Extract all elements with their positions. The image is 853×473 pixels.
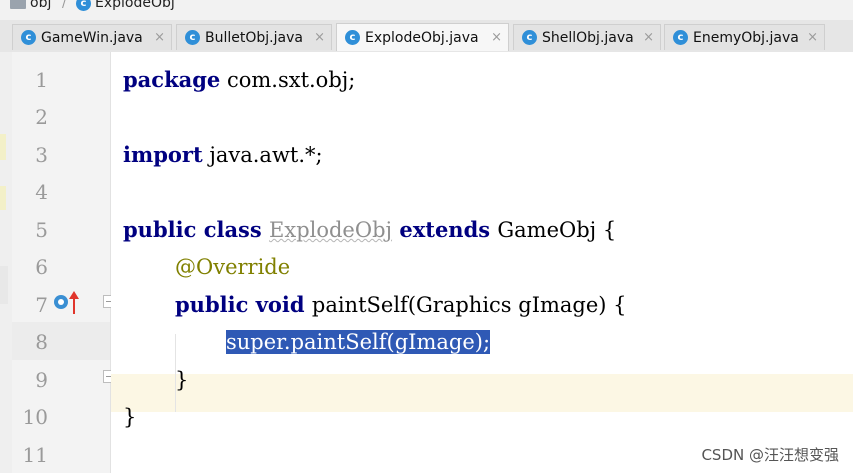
code-text: GameObj { bbox=[497, 218, 617, 242]
close-icon[interactable]: × bbox=[643, 30, 654, 45]
class-icon: c bbox=[21, 30, 36, 45]
breadcrumb: obj / c ExplodeObj bbox=[0, 0, 853, 20]
tab-label: ExplodeObj.java bbox=[365, 29, 479, 46]
line-number: 4 bbox=[35, 180, 48, 204]
line-number: 1 bbox=[35, 68, 48, 92]
keyword: extends bbox=[392, 217, 498, 242]
tab-bulletobj[interactable]: c BulletObj.java × bbox=[176, 24, 332, 50]
code-line-1[interactable]: package com.sxt.obj; bbox=[123, 67, 356, 93]
keyword: import bbox=[123, 142, 203, 167]
tab-explodeobj[interactable]: c ExplodeObj.java × bbox=[336, 23, 509, 51]
override-method-icon[interactable] bbox=[52, 290, 82, 316]
code-text: java.awt.*; bbox=[202, 143, 323, 167]
class-icon: c bbox=[522, 30, 537, 45]
breadcrumb-separator: / bbox=[62, 0, 67, 11]
breadcrumb-folder-label: obj bbox=[30, 0, 52, 11]
tab-label: BulletObj.java bbox=[205, 29, 303, 46]
change-marker bbox=[0, 266, 8, 304]
code-line-7[interactable]: public void paintSelf(Graphics gImage) { bbox=[175, 292, 627, 318]
editor-tab-bar: c GameWin.java × c BulletObj.java × c Ex… bbox=[0, 20, 853, 53]
line-number: 7 bbox=[35, 293, 48, 317]
tab-label: GameWin.java bbox=[41, 29, 143, 46]
current-line-highlight bbox=[111, 374, 853, 412]
line-number: 2 bbox=[35, 105, 48, 129]
class-icon: c bbox=[185, 30, 200, 45]
change-marker bbox=[0, 186, 6, 210]
selected-text[interactable]: super.paintSelf(gImage); bbox=[226, 330, 491, 354]
line-number: 5 bbox=[35, 218, 48, 242]
keyword: package bbox=[123, 67, 221, 92]
code-line-5[interactable]: public class ExplodeObj extends GameObj … bbox=[123, 217, 617, 243]
tab-gamewin[interactable]: c GameWin.java × bbox=[12, 24, 172, 50]
code-line-10[interactable]: } bbox=[123, 405, 136, 429]
close-icon[interactable]: × bbox=[154, 30, 165, 45]
line-number: 11 bbox=[22, 443, 48, 467]
tab-enemyobj[interactable]: c EnemyObj.java × bbox=[664, 24, 825, 50]
breadcrumb-file-label: ExplodeObj bbox=[95, 0, 175, 11]
line-number: 6 bbox=[35, 255, 48, 279]
breadcrumb-folder[interactable]: obj bbox=[10, 0, 51, 11]
tab-shellobj[interactable]: c ShellObj.java × bbox=[513, 24, 661, 50]
class-icon: c bbox=[673, 30, 688, 45]
code-text: } bbox=[123, 405, 137, 429]
close-icon[interactable]: × bbox=[314, 30, 325, 45]
code-text: .paintSelf(gImage); bbox=[283, 330, 491, 354]
code-text: com.sxt.obj; bbox=[220, 68, 356, 92]
class-icon: c bbox=[76, 0, 91, 11]
close-icon[interactable]: × bbox=[491, 30, 502, 45]
class-icon: c bbox=[345, 30, 360, 45]
breadcrumb-file[interactable]: c ExplodeObj bbox=[76, 0, 175, 11]
code-text: paintSelf(Graphics gImage) { bbox=[311, 293, 627, 317]
class-name: ExplodeObj bbox=[269, 218, 393, 242]
code-line-8[interactable]: super.paintSelf(gImage); bbox=[226, 330, 491, 354]
tab-label: EnemyObj.java bbox=[693, 29, 799, 46]
line-number: 10 bbox=[22, 405, 48, 429]
code-line-9[interactable]: } bbox=[175, 368, 188, 392]
keyword: super bbox=[226, 330, 284, 354]
code-text: } bbox=[175, 368, 189, 392]
folder-icon bbox=[10, 0, 26, 9]
line-number: 3 bbox=[35, 143, 48, 167]
keyword: public void bbox=[175, 292, 312, 317]
tool-window-strip bbox=[0, 52, 12, 473]
line-number: 8 bbox=[35, 330, 48, 354]
tab-label: ShellObj.java bbox=[542, 29, 634, 46]
keyword: public class bbox=[123, 217, 270, 242]
code-line-6[interactable]: @Override bbox=[175, 255, 290, 279]
line-number: 9 bbox=[35, 368, 48, 392]
annotation: @Override bbox=[175, 255, 291, 279]
code-line-3[interactable]: import java.awt.*; bbox=[123, 142, 323, 168]
watermark: CSDN @汪汪想变强 bbox=[701, 446, 839, 464]
change-marker bbox=[0, 134, 6, 160]
close-icon[interactable]: × bbox=[807, 30, 818, 45]
